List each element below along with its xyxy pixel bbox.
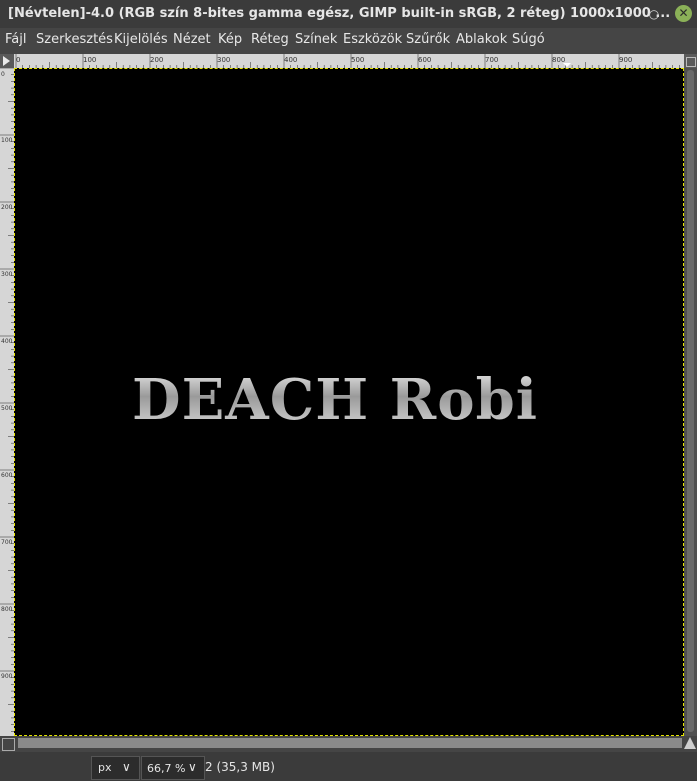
ruler-label: 400 <box>1 338 13 345</box>
zoom-value: 66,7 % <box>147 762 186 775</box>
ruler-label: 900 <box>619 56 632 64</box>
ruler-label: 500 <box>351 56 364 64</box>
menu-edit[interactable]: Szerkesztés <box>36 32 113 47</box>
quick-mask-toggle[interactable] <box>2 738 15 751</box>
menu-layer[interactable]: Réteg <box>251 32 289 47</box>
menu-colors[interactable]: Színek <box>295 32 337 47</box>
menu-select[interactable]: Kijelölés <box>114 32 168 47</box>
menu-image[interactable]: Kép <box>218 32 242 47</box>
unit-select[interactable]: px ∨ <box>91 756 140 780</box>
chevron-down-icon: ∨ <box>122 760 131 774</box>
ruler-label: 200 <box>1 204 13 211</box>
menu-bar: Fájl Szerkesztés Kijelölés Nézet Kép Rét… <box>0 28 697 52</box>
ruler-label: 700 <box>1 539 13 546</box>
ruler-label: 100 <box>83 56 96 64</box>
ruler-label: 800 <box>552 56 565 64</box>
title-bar: [Névtelen]-4.0 (RGB szín 8-bites gamma e… <box>0 0 697 28</box>
navigate-button[interactable] <box>684 54 697 68</box>
unit-value: px <box>98 761 112 774</box>
minimize-icon[interactable]: ‒ <box>620 6 636 22</box>
ruler-label: 0 <box>16 56 20 64</box>
ruler-corner-button[interactable] <box>0 54 14 68</box>
ruler-label: 0 <box>1 71 5 78</box>
chevron-down-icon: ∨ <box>188 760 197 774</box>
status-bar: px ∨ 66,7 % ∨ 2 (35,3 MB) <box>0 752 697 781</box>
canvas-text-layer[interactable]: DEACH Robi <box>132 365 572 435</box>
menu-arrow-icon <box>3 56 10 66</box>
close-icon[interactable]: ✕ <box>675 5 692 22</box>
status-info: 2 (35,3 MB) <box>205 760 275 774</box>
menu-help[interactable]: Súgó <box>512 32 545 47</box>
menu-view[interactable]: Nézet <box>173 32 211 47</box>
ruler-label: 300 <box>217 56 230 64</box>
ruler-label: 700 <box>485 56 498 64</box>
navigate-icon <box>686 57 696 67</box>
ruler-label: 900 <box>1 673 13 680</box>
zoom-select[interactable]: 66,7 % ∨ <box>141 756 205 780</box>
ruler-label: 600 <box>1 472 13 479</box>
ruler-label: 100 <box>1 137 13 144</box>
menu-tools[interactable]: Eszközök <box>343 32 402 47</box>
navigate-arrow-icon[interactable] <box>684 737 696 749</box>
menu-file[interactable]: Fájl <box>5 32 26 47</box>
maximize-icon[interactable]: ○ <box>646 6 662 22</box>
horizontal-ruler[interactable]: 0 100 200 300 400 500 600 700 800 900 <box>14 54 684 68</box>
window-title: [Névtelen]-4.0 (RGB szín 8-bites gamma e… <box>8 6 671 21</box>
menu-windows[interactable]: Ablakok <box>456 32 507 47</box>
ruler-label: 800 <box>1 606 13 613</box>
vertical-scroll-thumb[interactable] <box>687 70 694 732</box>
pointer-marker-icon <box>563 63 571 67</box>
vertical-ruler[interactable]: 0 100 200 300 400 500 600 700 800 900 <box>0 68 14 736</box>
menu-filters[interactable]: Szűrők <box>406 32 450 47</box>
ruler-label: 200 <box>150 56 163 64</box>
ruler-label: 600 <box>418 56 431 64</box>
horizontal-scrollbar[interactable] <box>18 738 682 748</box>
vertical-scrollbar[interactable] <box>684 68 697 736</box>
ruler-label: 400 <box>284 56 297 64</box>
ruler-label: 500 <box>1 405 13 412</box>
ruler-label: 300 <box>1 271 13 278</box>
